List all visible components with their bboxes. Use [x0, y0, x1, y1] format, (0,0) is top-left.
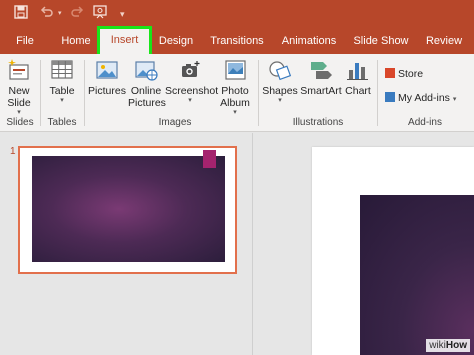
group-divider	[258, 60, 259, 126]
slide-thumbnail-background	[32, 156, 225, 262]
slide-canvas[interactable]	[312, 147, 474, 355]
group-divider	[84, 60, 85, 126]
chevron-down-icon: ▾	[188, 97, 192, 104]
tab-home[interactable]: Home	[56, 28, 96, 54]
chart-icon	[345, 58, 371, 82]
save-icon[interactable]	[14, 5, 28, 23]
redo-icon[interactable]	[70, 5, 84, 23]
online-pictures-label-2: Pictures	[128, 97, 166, 109]
watermark-suffix: How	[445, 340, 467, 351]
smartart-button[interactable]: SmartArt	[299, 58, 343, 97]
new-slide-label-2: Slide	[7, 97, 31, 109]
chart-button[interactable]: Chart	[343, 58, 373, 97]
online-pictures-label-1: Online	[130, 85, 162, 97]
photo-album-label-1: Photo	[221, 85, 249, 97]
ribbon: New Slide ▾ Table ▾ Pictures Online Pict…	[0, 54, 474, 132]
chevron-down-icon: ▾	[233, 109, 237, 116]
tab-insert[interactable]: Insert	[97, 26, 152, 54]
group-label-illustrations: Illustrations	[292, 117, 344, 128]
store-icon	[385, 68, 395, 78]
photo-album-label-2: Album	[220, 97, 250, 109]
my-addins-button[interactable]: My Add-ins ▾	[385, 90, 456, 106]
tab-slide-show[interactable]: Slide Show	[351, 28, 411, 54]
group-label-images: Images	[158, 117, 192, 128]
screenshot-label: Screenshot	[165, 85, 219, 97]
new-slide-button[interactable]: New Slide ▾	[2, 58, 36, 117]
tab-animations[interactable]: Animations	[279, 28, 339, 54]
screenshot-button[interactable]: Screenshot ▾	[165, 58, 219, 105]
customize-quick-access-icon[interactable]: ▾	[120, 5, 125, 23]
chevron-down-icon: ▾	[17, 109, 21, 116]
watermark: wikiHow	[426, 339, 470, 352]
slide-accent-shape	[203, 150, 216, 168]
group-label-slides: Slides	[6, 117, 34, 128]
table-button[interactable]: Table ▾	[45, 58, 79, 105]
slide-number: 1	[10, 146, 16, 157]
my-addins-label: My Add-ins	[398, 92, 450, 104]
table-label: Table	[49, 85, 75, 97]
ribbon-tabs: File Home Insert Design Transitions Anim…	[0, 26, 474, 54]
online-pictures-button[interactable]: Online Pictures	[128, 58, 166, 109]
group-label-tables: Tables	[47, 117, 77, 128]
title-bar: ▾ ▾	[0, 0, 474, 28]
new-slide-label-1: New	[8, 85, 30, 97]
pane-divider[interactable]	[252, 133, 253, 355]
tab-review[interactable]: Review	[422, 28, 466, 54]
chevron-down-icon: ▾	[452, 96, 457, 103]
my-addins-icon	[385, 92, 395, 102]
store-label: Store	[398, 68, 424, 80]
chart-label: Chart	[345, 85, 371, 97]
pictures-label: Pictures	[88, 85, 126, 97]
tab-design[interactable]: Design	[155, 28, 197, 54]
group-divider	[377, 60, 378, 126]
tab-file[interactable]: File	[8, 28, 42, 54]
undo-icon[interactable]	[40, 5, 54, 23]
tab-transitions[interactable]: Transitions	[208, 28, 266, 54]
pictures-button[interactable]: Pictures	[87, 58, 127, 97]
table-icon	[49, 58, 75, 82]
group-label-addins: Add-ins	[408, 117, 442, 128]
shapes-button[interactable]: Shapes ▾	[262, 58, 298, 105]
photo-album-icon	[222, 58, 248, 82]
smartart-label: SmartArt	[300, 85, 342, 97]
smartart-icon	[308, 58, 334, 82]
slide-background	[360, 195, 474, 355]
watermark-prefix: wiki	[429, 340, 446, 351]
undo-dropdown-icon[interactable]: ▾	[58, 5, 62, 23]
group-divider	[40, 60, 41, 126]
shapes-label: Shapes	[262, 85, 298, 97]
photo-album-button[interactable]: Photo Album ▾	[217, 58, 253, 117]
chevron-down-icon: ▾	[278, 97, 282, 104]
screenshot-icon	[177, 58, 203, 82]
present-from-beginning-icon[interactable]	[93, 5, 109, 23]
pictures-icon	[94, 58, 120, 82]
new-slide-icon	[6, 58, 32, 82]
chevron-down-icon: ▾	[60, 97, 64, 104]
store-button[interactable]: Store	[385, 66, 423, 82]
online-pictures-icon	[133, 58, 159, 82]
shapes-icon	[267, 58, 293, 82]
